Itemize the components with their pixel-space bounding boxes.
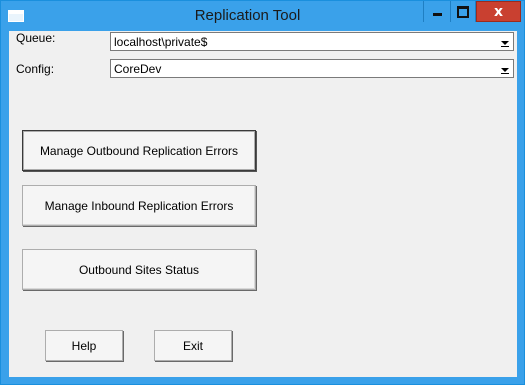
chevron-down-icon[interactable] — [496, 60, 513, 77]
queue-value: localhost\private$ — [114, 35, 208, 49]
minimize-icon — [432, 13, 442, 16]
config-label: Config: — [16, 62, 55, 76]
title-bar[interactable]: Replication Tool x — [1, 1, 524, 31]
config-value: CoreDev — [114, 62, 162, 76]
config-dropdown[interactable]: CoreDev — [110, 59, 514, 78]
maximize-icon — [457, 5, 469, 18]
main-window: Replication Tool x Queue: localhost\priv… — [0, 0, 525, 385]
outbound-sites-status-button[interactable]: Outbound Sites Status — [22, 249, 256, 290]
queue-dropdown[interactable]: localhost\private$ — [110, 32, 514, 51]
maximize-button[interactable] — [450, 1, 476, 22]
minimize-button[interactable] — [423, 1, 450, 22]
close-button[interactable]: x — [476, 1, 521, 22]
manage-outbound-errors-button[interactable]: Manage Outbound Replication Errors — [22, 130, 256, 171]
client-area: Queue: localhost\private$ Config: CoreDe… — [9, 31, 517, 377]
close-icon: x — [493, 3, 504, 20]
exit-button[interactable]: Exit — [154, 330, 232, 361]
queue-label: Queue: — [16, 31, 56, 45]
help-button[interactable]: Help — [45, 330, 123, 361]
chevron-down-icon[interactable] — [496, 33, 513, 50]
manage-inbound-errors-button[interactable]: Manage Inbound Replication Errors — [22, 185, 256, 226]
